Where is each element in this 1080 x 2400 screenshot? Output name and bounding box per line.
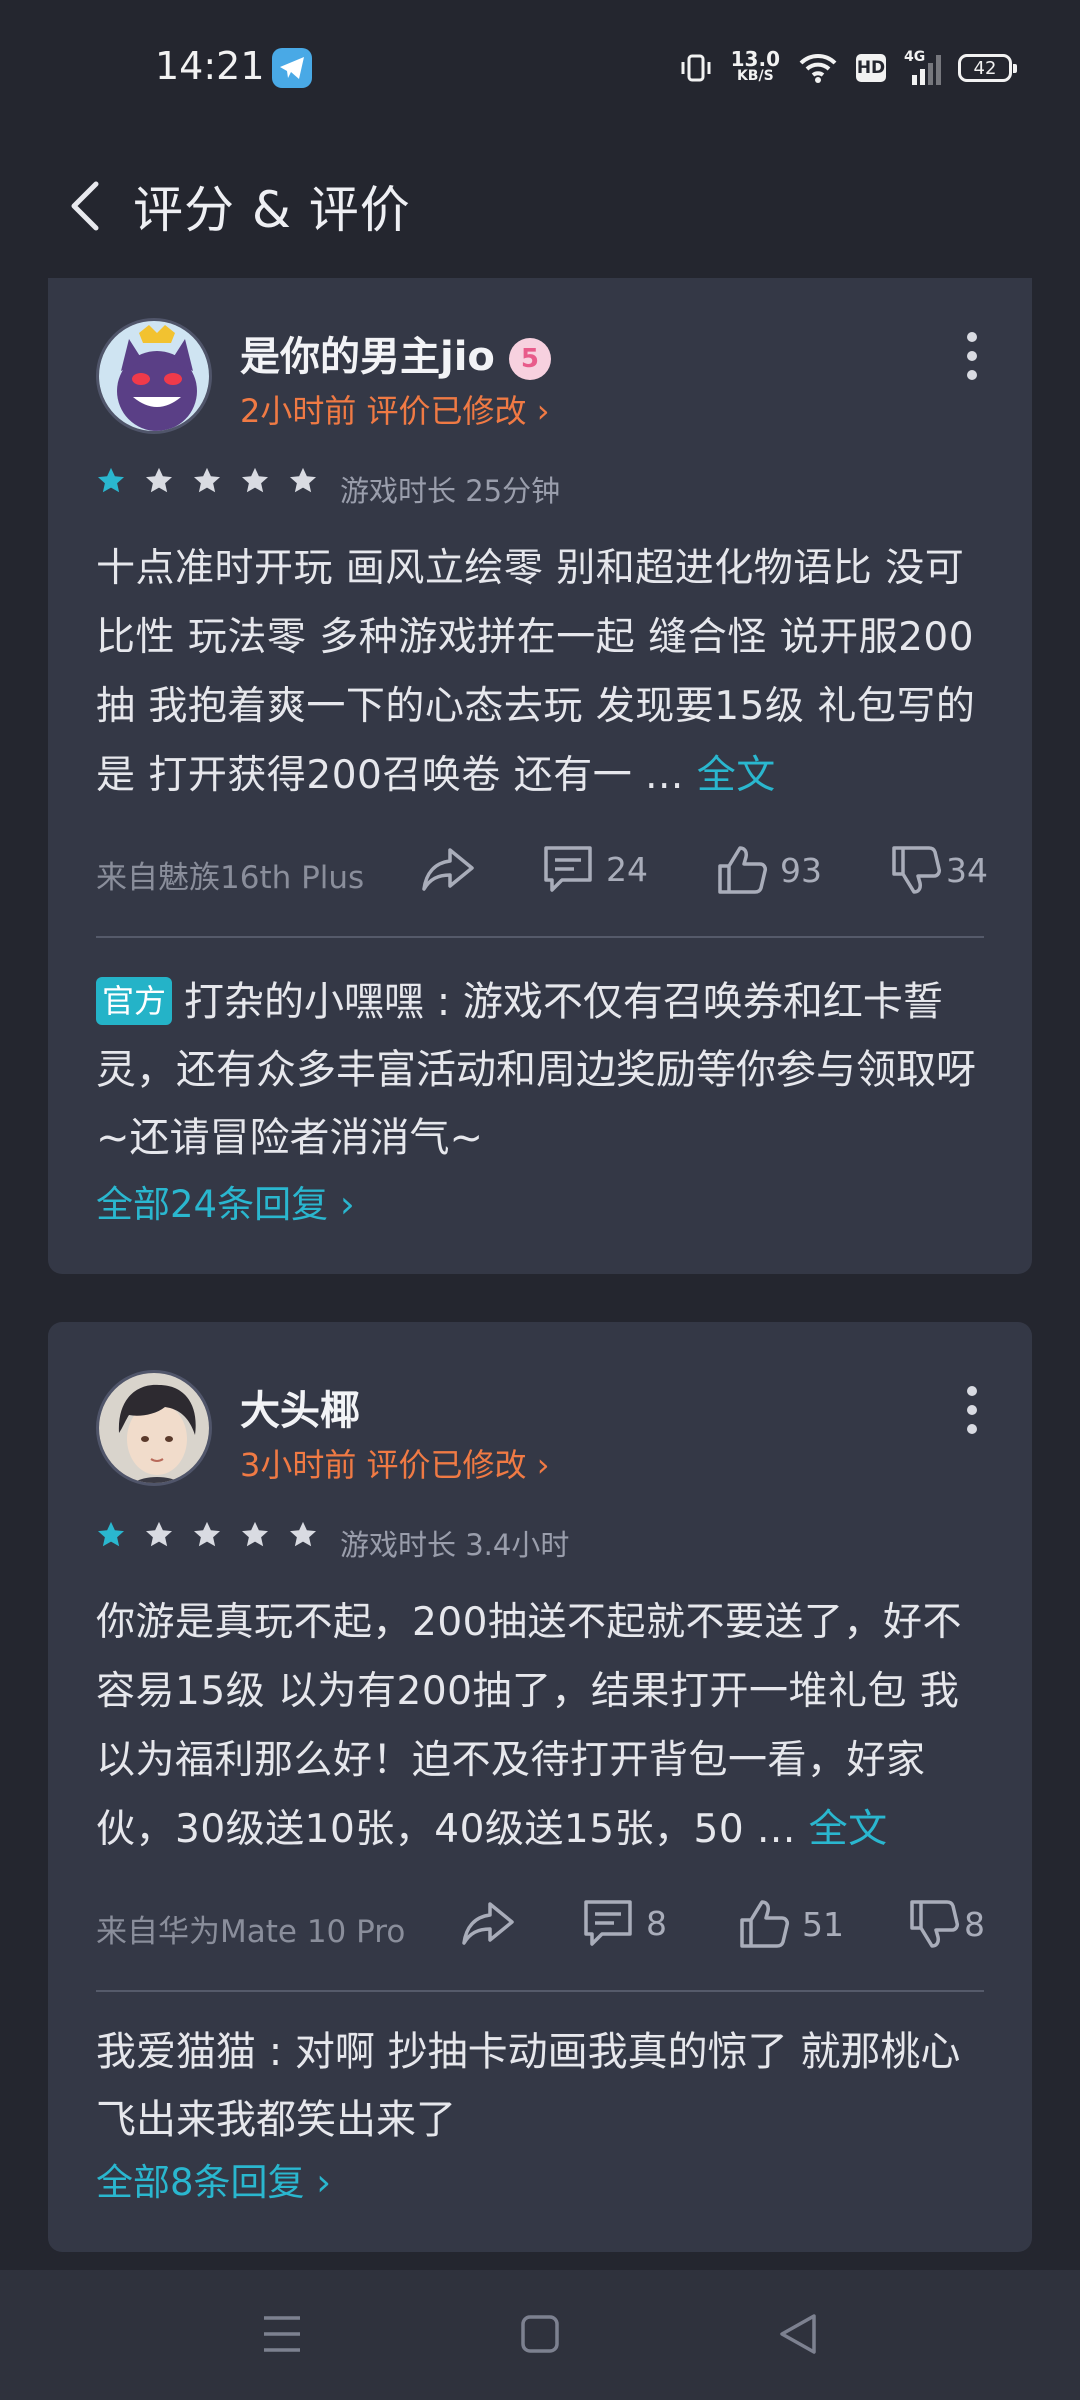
signal-icon: 4G xyxy=(904,49,941,85)
review-card: 是你的男主jio 5 2小时前 评价已修改 › 游戏时长 25分钟 十点准时开玩 … xyxy=(48,278,1032,1274)
avatar[interactable] xyxy=(96,318,212,434)
review-card: 大头椰 3小时前 评价已修改 › 游戏时长 3.4小时 你游是真玩不起，200抽… xyxy=(48,1322,1032,2252)
thumbs-up-icon xyxy=(740,1900,789,1948)
rating-stars xyxy=(96,1520,318,1550)
thumbs-down-icon xyxy=(910,1900,959,1948)
all-replies-link[interactable]: 全部8条回复 › xyxy=(96,2152,331,2206)
share-button[interactable] xyxy=(420,844,476,894)
review-text[interactable]: 你游是真玩不起，200抽送不起就不要送了，好不容易15级 以为有200抽了，结果… xyxy=(96,1588,986,1864)
comment-button[interactable]: 8 xyxy=(582,1898,667,1948)
star-filled-icon xyxy=(98,467,124,493)
battery-icon: 42 xyxy=(958,54,1017,82)
official-reply[interactable]: 官方 打杂的小嘿嘿 : 游戏不仅有召唤券和红卡誓灵，还有众多丰富活动和周边奖励等你… xyxy=(96,968,996,1172)
full-text-link[interactable]: 全文 xyxy=(809,1807,888,1852)
share-icon xyxy=(422,848,474,891)
avatar[interactable] xyxy=(96,1370,212,1486)
app-header: 评分 & 评价 xyxy=(0,150,1080,270)
share-icon xyxy=(462,1902,514,1945)
comment-button[interactable]: 24 xyxy=(542,844,648,894)
star-filled-icon xyxy=(98,1521,124,1547)
star-empty-icon xyxy=(290,467,316,493)
share-button[interactable] xyxy=(460,1898,516,1948)
star-empty-icon xyxy=(290,1521,316,1547)
wifi-icon xyxy=(798,53,838,83)
dislike-count: 34 xyxy=(946,850,988,890)
back-icon[interactable] xyxy=(778,2312,818,2360)
divider xyxy=(96,936,984,938)
comment-count: 8 xyxy=(646,1903,667,1943)
all-replies-link[interactable]: 全部24条回复 › xyxy=(96,1174,355,1228)
comment-icon xyxy=(584,1900,632,1946)
reply[interactable]: 我爱猫猫 : 对啊 抄抽卡动画我真的惊了 就那桃心飞出来我都笑出来了 xyxy=(96,2018,996,2154)
comment-icon xyxy=(544,846,592,892)
system-nav-bar xyxy=(0,2270,1080,2400)
dislike-button[interactable]: 8 xyxy=(908,1898,985,1950)
divider xyxy=(96,1990,984,1992)
thumbs-down-icon xyxy=(892,846,941,894)
home-icon[interactable] xyxy=(520,2312,560,2360)
dislike-button[interactable]: 34 xyxy=(890,844,988,896)
status-time: 14:21 xyxy=(155,44,265,88)
like-count: 51 xyxy=(802,1904,844,1944)
device-label: 来自华为Mate 10 Pro xyxy=(96,1914,406,1950)
device-label: 来自魅族16th Plus xyxy=(96,860,365,896)
back-arrow-icon[interactable] xyxy=(62,170,110,242)
net-speed: 13.0 KB/S xyxy=(730,47,780,84)
official-badge: 官方 xyxy=(96,977,173,1025)
star-empty-icon xyxy=(146,467,172,493)
more-options-icon[interactable] xyxy=(966,332,978,380)
level-badge: 5 xyxy=(508,338,551,380)
telegram-icon xyxy=(272,48,312,88)
review-text[interactable]: 十点准时开玩 画风立绘零 别和超进化物语比 没可比性 玩法零 多种游戏拼在一起 … xyxy=(96,534,986,810)
star-empty-icon xyxy=(194,467,220,493)
star-empty-icon xyxy=(194,1521,220,1547)
like-button[interactable]: 51 xyxy=(738,1898,844,1950)
menu-icon[interactable] xyxy=(262,2312,302,2360)
like-button[interactable]: 93 xyxy=(716,844,822,896)
like-count: 93 xyxy=(780,850,822,890)
vibrate-icon xyxy=(679,53,713,83)
page-title: 评分 & 评价 xyxy=(133,181,411,239)
rating-stars xyxy=(96,466,318,496)
review-meta[interactable]: 3小时前 评价已修改 › xyxy=(240,1440,550,1486)
review-meta[interactable]: 2小时前 评价已修改 › xyxy=(240,386,550,432)
star-empty-icon xyxy=(242,1521,268,1547)
star-empty-icon xyxy=(146,1521,172,1547)
play-time: 游戏时长 25分钟 xyxy=(340,474,561,508)
status-bar: 14:21 13.0 KB/S HD 4G 42 xyxy=(0,0,1080,130)
hd-icon: HD xyxy=(856,54,886,82)
more-options-icon[interactable] xyxy=(966,1386,978,1434)
play-time: 游戏时长 3.4小时 xyxy=(340,1528,570,1562)
username[interactable]: 是你的男主jio 5 xyxy=(240,324,551,382)
thumbs-up-icon xyxy=(718,846,767,894)
star-empty-icon xyxy=(242,467,268,493)
comment-count: 24 xyxy=(606,849,648,889)
dislike-count: 8 xyxy=(964,1904,985,1944)
username[interactable]: 大头椰 xyxy=(240,1378,360,1436)
full-text-link[interactable]: 全文 xyxy=(697,753,776,798)
